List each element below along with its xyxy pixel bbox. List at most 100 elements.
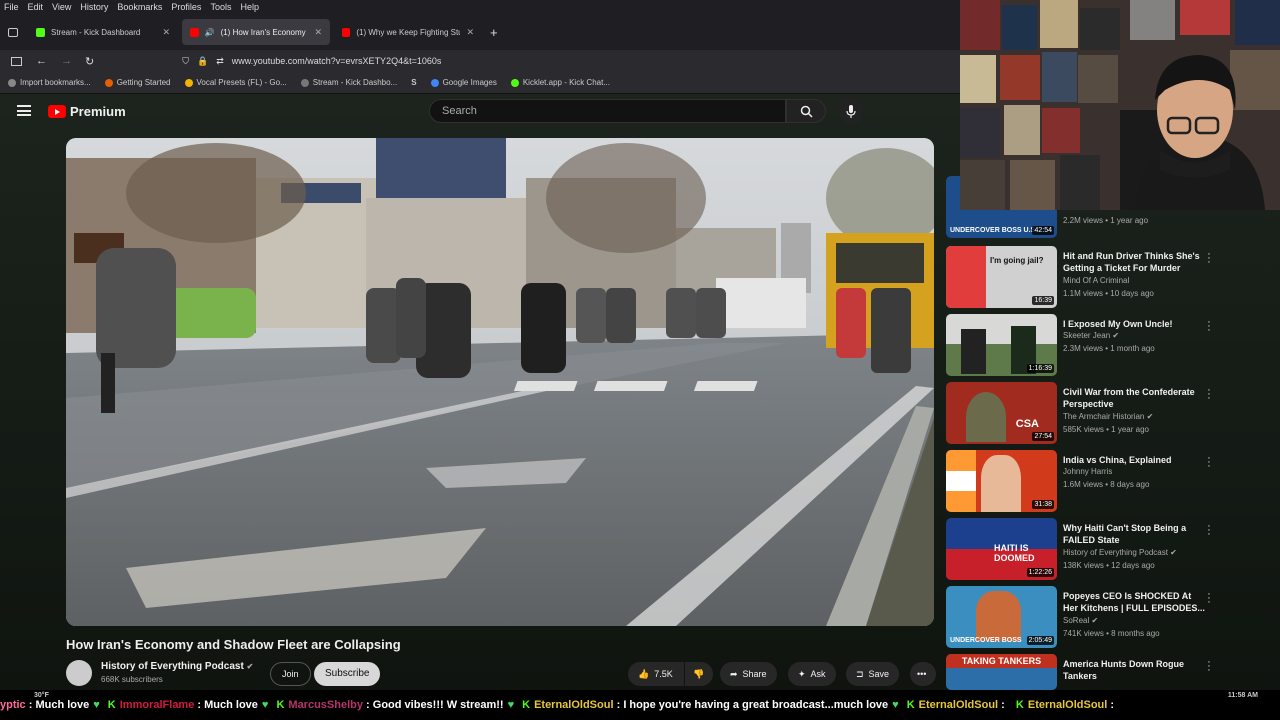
close-icon[interactable]: ✕ [162, 27, 170, 38]
menu-bookmarks[interactable]: Bookmarks [117, 2, 162, 12]
more-vert-icon[interactable]: · · · [1206, 317, 1212, 336]
menu-view[interactable]: View [52, 2, 71, 12]
screen: { "menubar": ["File","Edit","View","Hist… [0, 0, 1280, 720]
ask-button[interactable]: ✦ Ask [788, 662, 836, 686]
join-button[interactable]: Join [270, 662, 311, 686]
menu-file[interactable]: File [4, 2, 19, 12]
url-field[interactable]: www.youtube.com/watch?v=evrsXETY2Q4&t=10… [232, 56, 442, 66]
chat-message: yptic : Much love ♥ [0, 699, 100, 711]
permissions-icon[interactable]: ⇄ [216, 56, 224, 67]
bookmark-kick-dashboard[interactable]: Stream - Kick Dashbo... [300, 78, 398, 87]
video-thumbnail[interactable]: 1:16:39 [946, 314, 1057, 376]
youtube-icon [342, 27, 351, 37]
bookmark-label: Stream - Kick Dashbo... [312, 78, 398, 87]
recommendation-item[interactable]: HAITI IS DOOMED 1:22:26 Why Haiti Can't … [946, 518, 1216, 582]
lock-icon[interactable]: 🔒 [197, 56, 208, 67]
bookmark-import[interactable]: Import bookmarks... [8, 78, 91, 87]
tab-iran-economy[interactable]: 🔊 (1) How Iran's Economy an... ✕ [182, 19, 330, 45]
thumbs-up-icon: 👍 [638, 669, 650, 679]
recommendation-item[interactable]: CSA 27:54 Civil War from the Confederate… [946, 382, 1216, 446]
bookmark-google-images[interactable]: Google Images [430, 78, 497, 87]
taskbar-weather: 30°F [34, 692, 49, 699]
video-thumbnail[interactable]: I'm going jail? 16:39 [946, 246, 1057, 308]
recommendation-item[interactable]: 31:38 India vs China, Explained Johnny H… [946, 450, 1216, 514]
verified-icon: ✔ [1170, 548, 1177, 557]
recommendation-item[interactable]: 1:16:39 I Exposed My Own Uncle! Skeeter … [946, 314, 1216, 378]
bookmark-s[interactable]: S [411, 78, 416, 87]
video-title[interactable]: I Exposed My Own Uncle! [1063, 318, 1205, 330]
video-thumbnail[interactable]: UNDERCOVER BOSS 2:05:49 [946, 586, 1057, 648]
chat-username: ImmoralFlame [119, 699, 195, 711]
more-vert-icon[interactable]: · · · [1206, 521, 1212, 540]
firefox-icon [104, 78, 113, 87]
channel-name[interactable]: Mind Of A Criminal [1063, 276, 1129, 285]
reload-icon[interactable]: ↻ [85, 55, 94, 68]
like-button[interactable]: 👍 7.5K [628, 662, 684, 686]
bookmark-label: Getting Started [116, 78, 171, 87]
channel-name[interactable]: SoReal ✔ [1063, 616, 1098, 625]
subscribe-button[interactable]: Subscribe [314, 662, 381, 686]
youtube-logo[interactable]: Premium [48, 104, 126, 119]
close-icon[interactable]: ✕ [466, 27, 474, 38]
sidebar-toggle-icon[interactable] [11, 56, 22, 66]
channel-name[interactable]: History of Everything Podcast ✔ [1063, 548, 1177, 557]
channel-name[interactable]: The Armchair Historian ✔ [1063, 412, 1153, 421]
more-vert-icon[interactable]: · · · [1206, 453, 1212, 472]
bookmark-kicklet[interactable]: Kicklet.app - Kick Chat... [510, 78, 610, 87]
video-player[interactable] [66, 138, 934, 626]
video-title[interactable]: America Hunts Down Rogue Tankers [1063, 658, 1205, 682]
video-title[interactable]: India vs China, Explained [1063, 454, 1205, 466]
globe-icon [300, 78, 309, 87]
channel-name[interactable]: Skeeter Jean ✔ [1063, 331, 1119, 340]
search-input[interactable]: Search [429, 99, 786, 123]
bookmark-getting-started[interactable]: Getting Started [104, 78, 171, 87]
video-thumbnail[interactable]: TAKING TANKERS [946, 654, 1057, 690]
search-icon [800, 105, 813, 118]
recommendation-item[interactable]: UNDERCOVER BOSS 2:05:49 Popeyes CEO Is S… [946, 586, 1216, 650]
video-title[interactable]: Civil War from the Confederate Perspecti… [1063, 386, 1205, 410]
chat-text: I hope you're having a great broadcast..… [623, 699, 889, 711]
recommendation-item[interactable]: I'm going jail? 16:39 Hit and Run Driver… [946, 246, 1216, 310]
video-thumbnail[interactable]: HAITI IS DOOMED 1:22:26 [946, 518, 1057, 580]
tab-overview-icon[interactable] [8, 27, 18, 37]
channel-name[interactable]: Johnny Harris [1063, 467, 1112, 476]
more-vert-icon[interactable]: · · · [1206, 657, 1212, 676]
video-thumbnail[interactable]: CSA 27:54 [946, 382, 1057, 444]
video-title[interactable]: Popeyes CEO Is SHOCKED At Her Kitchens |… [1063, 590, 1205, 614]
channel-name[interactable]: History of Everything Podcast ✔ [101, 661, 253, 672]
close-icon[interactable]: ✕ [314, 27, 322, 38]
back-icon[interactable]: ← [36, 55, 47, 67]
speaker-icon[interactable]: 🔊 [205, 28, 215, 37]
menu-icon[interactable] [17, 105, 31, 116]
save-button[interactable]: ⊐ Save [846, 662, 900, 686]
dislike-button[interactable]: 👎 [685, 662, 713, 686]
search-button[interactable] [786, 99, 826, 123]
menu-profiles[interactable]: Profiles [171, 2, 201, 12]
share-button[interactable]: ➦ Share [720, 662, 777, 686]
more-vert-icon[interactable]: · · · [1206, 589, 1212, 608]
more-actions-button[interactable]: ••• [910, 662, 936, 686]
shield-icon[interactable]: ⛉ [182, 56, 189, 67]
kicklet-icon [510, 78, 519, 87]
menu-history[interactable]: History [80, 2, 108, 12]
chat-message: K EternalOldSoul : [1015, 699, 1118, 711]
forward-icon[interactable]: → [61, 55, 72, 67]
tab-fighting-stupid[interactable]: (1) Why we Keep Fighting Stupi... ✕ [334, 19, 482, 45]
voice-search-button[interactable] [838, 98, 864, 124]
channel-name-text: SoReal [1063, 616, 1090, 625]
heart-icon: ♥ [261, 699, 269, 711]
bookmark-vocal-presets[interactable]: Vocal Presets (FL) - Go... [184, 78, 287, 87]
video-title[interactable]: Hit and Run Driver Thinks She's Getting … [1063, 250, 1205, 274]
new-tab-icon[interactable]: + [490, 25, 498, 40]
chat-message: K ImmoralFlame : Much love ♥ [107, 699, 269, 711]
tab-kick-dashboard[interactable]: Stream - Kick Dashboard ✕ [28, 19, 178, 45]
menu-help[interactable]: Help [240, 2, 259, 12]
channel-avatar[interactable] [66, 660, 92, 686]
more-vert-icon[interactable]: · · · [1206, 249, 1212, 268]
video-thumbnail[interactable]: 31:38 [946, 450, 1057, 512]
video-title[interactable]: Why Haiti Can't Stop Being a FAILED Stat… [1063, 522, 1205, 546]
menu-edit[interactable]: Edit [28, 2, 44, 12]
youtube-icon [190, 27, 199, 37]
more-vert-icon[interactable]: · · · [1206, 385, 1212, 404]
menu-tools[interactable]: Tools [210, 2, 231, 12]
